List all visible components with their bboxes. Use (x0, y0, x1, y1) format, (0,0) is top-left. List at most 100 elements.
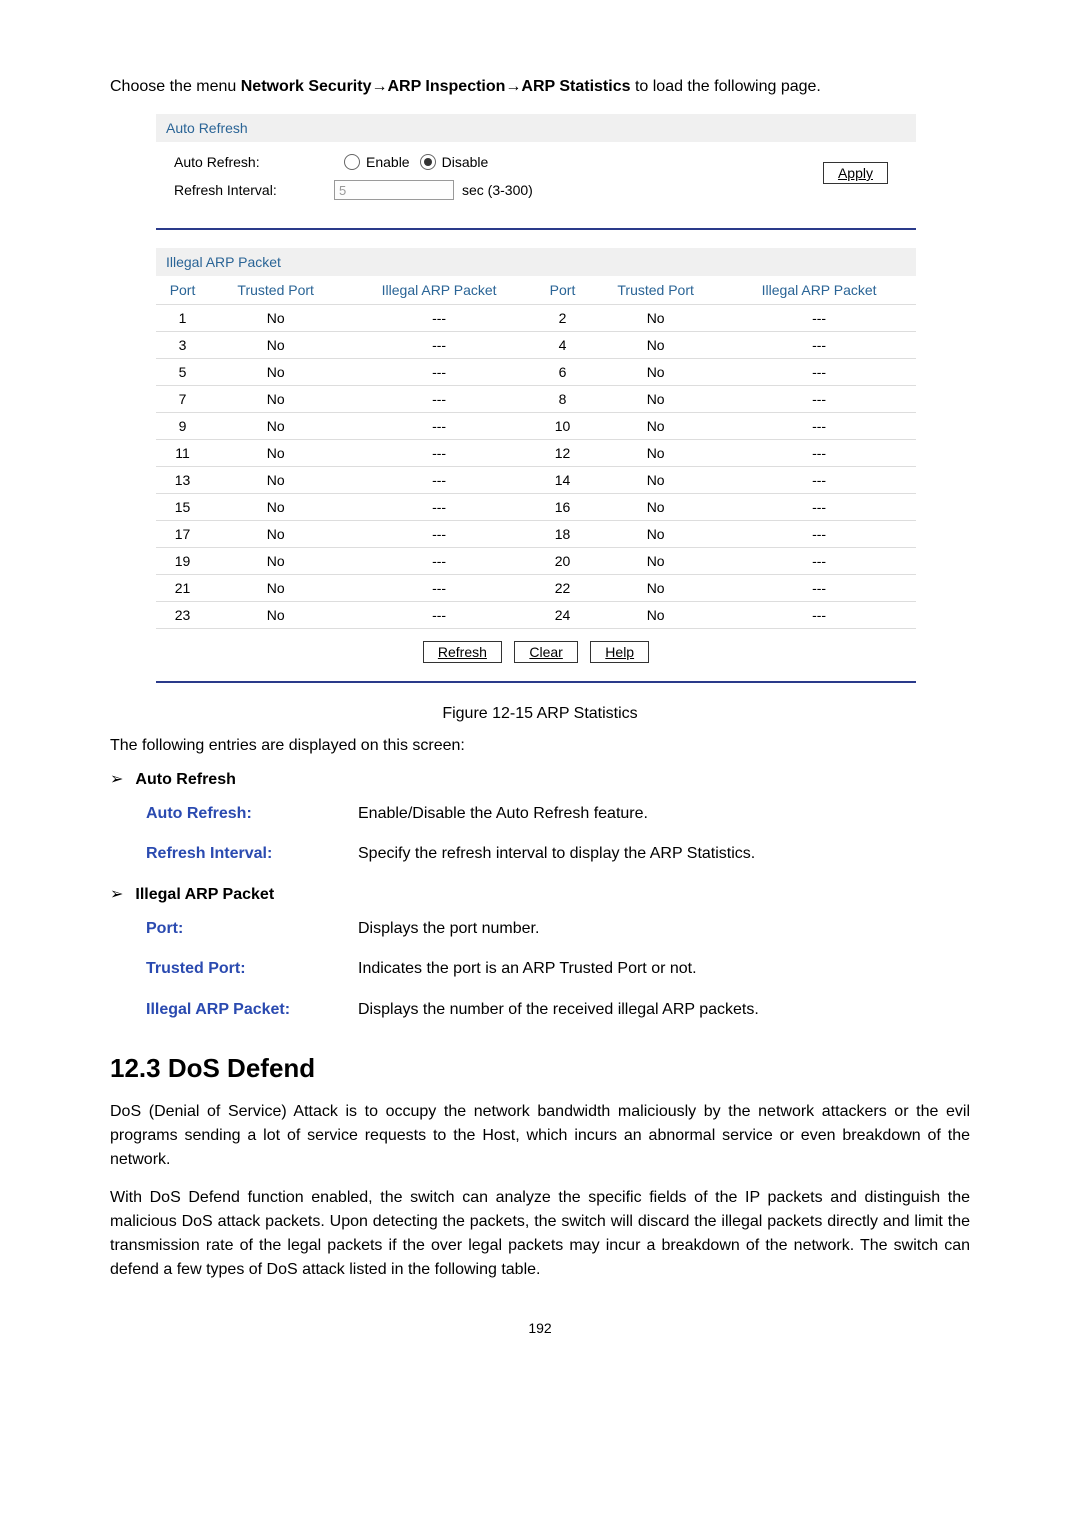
table-row: 21No---22No--- (156, 575, 916, 602)
help-button[interactable]: Help (590, 641, 649, 663)
table-row: 3No---4No--- (156, 332, 916, 359)
table-cell: --- (722, 467, 916, 494)
table-cell: 15 (156, 494, 209, 521)
table-cell: No (589, 575, 722, 602)
arrow-icon: ➢ (110, 886, 123, 903)
table-cell: --- (722, 521, 916, 548)
table-cell: --- (722, 494, 916, 521)
table-cell: --- (342, 548, 536, 575)
clear-button[interactable]: Clear (514, 641, 577, 663)
table-cell: No (209, 332, 342, 359)
term-trusted-port: Trusted Port: (146, 954, 358, 984)
table-row: 13No---14No--- (156, 467, 916, 494)
table-cell: No (209, 548, 342, 575)
disable-radio[interactable] (420, 154, 436, 170)
refresh-interval-input[interactable] (334, 180, 454, 200)
table-cell: No (589, 521, 722, 548)
table-cell: No (589, 359, 722, 386)
desc-trusted-port: Indicates the port is an ARP Trusted Por… (358, 954, 697, 984)
entries-intro: The following entries are displayed on t… (110, 737, 970, 755)
term-port: Port: (146, 914, 358, 944)
table-cell: No (209, 575, 342, 602)
table-cell: --- (342, 521, 536, 548)
table-cell: --- (342, 467, 536, 494)
illegal-arp-section-title: Illegal ARP Packet (156, 248, 916, 276)
term-auto-refresh: Auto Refresh: (146, 799, 358, 829)
table-row: 9No---10No--- (156, 413, 916, 440)
table-cell: No (209, 386, 342, 413)
table-cell: No (589, 386, 722, 413)
table-cell: No (589, 602, 722, 629)
table-cell: 21 (156, 575, 209, 602)
table-cell: 20 (536, 548, 589, 575)
table-cell: 6 (536, 359, 589, 386)
desc-refresh-interval: Specify the refresh interval to display … (358, 839, 755, 869)
arrow-icon: ➢ (110, 771, 123, 788)
bullet-auto-refresh: ➢Auto Refresh (110, 769, 970, 789)
table-cell: No (209, 602, 342, 629)
table-cell: 16 (536, 494, 589, 521)
table-cell: No (589, 305, 722, 332)
table-cell: 12 (536, 440, 589, 467)
table-cell: 10 (536, 413, 589, 440)
table-cell: --- (722, 305, 916, 332)
arp-table: Port Trusted Port Illegal ARP Packet Por… (156, 276, 916, 629)
col-port-2: Port (536, 276, 589, 305)
table-cell: No (209, 440, 342, 467)
table-cell: --- (722, 332, 916, 359)
figure-caption: Figure 12-15 ARP Statistics (110, 705, 970, 723)
table-cell: 9 (156, 413, 209, 440)
table-cell: 24 (536, 602, 589, 629)
table-cell: No (209, 359, 342, 386)
bullet-illegal-arp: ➢Illegal ARP Packet (110, 884, 970, 904)
table-row: 1No---2No--- (156, 305, 916, 332)
table-row: 17No---18No--- (156, 521, 916, 548)
dos-heading: 12.3 DoS Defend (110, 1053, 970, 1084)
table-cell: No (589, 494, 722, 521)
interval-unit: sec (3-300) (462, 182, 533, 198)
table-cell: --- (722, 602, 916, 629)
table-cell: --- (342, 359, 536, 386)
table-cell: 11 (156, 440, 209, 467)
enable-radio[interactable] (344, 154, 360, 170)
table-cell: No (589, 413, 722, 440)
table-cell: --- (342, 602, 536, 629)
table-cell: 5 (156, 359, 209, 386)
table-cell: 2 (536, 305, 589, 332)
table-cell: --- (342, 305, 536, 332)
table-cell: 19 (156, 548, 209, 575)
apply-button[interactable]: Apply (823, 162, 888, 184)
table-cell: --- (342, 332, 536, 359)
col-illegal-2: Illegal ARP Packet (722, 276, 916, 305)
table-cell: --- (722, 386, 916, 413)
table-cell: 23 (156, 602, 209, 629)
term-refresh-interval: Refresh Interval: (146, 839, 358, 869)
table-cell: --- (722, 359, 916, 386)
desc-auto-refresh: Enable/Disable the Auto Refresh feature. (358, 799, 648, 829)
col-trusted-2: Trusted Port (589, 276, 722, 305)
col-illegal: Illegal ARP Packet (342, 276, 536, 305)
table-cell: --- (342, 440, 536, 467)
refresh-button[interactable]: Refresh (423, 641, 502, 663)
table-cell: 4 (536, 332, 589, 359)
table-row: 11No---12No--- (156, 440, 916, 467)
table-cell: --- (342, 413, 536, 440)
enable-text: Enable (366, 154, 410, 170)
intro-text: Choose the menu Network Security→ARP Ins… (110, 75, 970, 99)
table-cell: --- (342, 386, 536, 413)
table-cell: No (589, 332, 722, 359)
table-cell: --- (722, 548, 916, 575)
table-cell: No (209, 494, 342, 521)
auto-refresh-label: Auto Refresh: (174, 154, 334, 170)
table-cell: 17 (156, 521, 209, 548)
dos-p1: DoS (Denial of Service) Attack is to occ… (110, 1100, 970, 1172)
table-cell: --- (342, 494, 536, 521)
table-cell: No (209, 413, 342, 440)
auto-refresh-section-title: Auto Refresh (156, 114, 916, 142)
table-row: 7No---8No--- (156, 386, 916, 413)
disable-text: Disable (442, 154, 489, 170)
refresh-interval-label: Refresh Interval: (174, 182, 334, 198)
table-row: 5No---6No--- (156, 359, 916, 386)
table-cell: --- (722, 413, 916, 440)
table-cell: No (589, 548, 722, 575)
